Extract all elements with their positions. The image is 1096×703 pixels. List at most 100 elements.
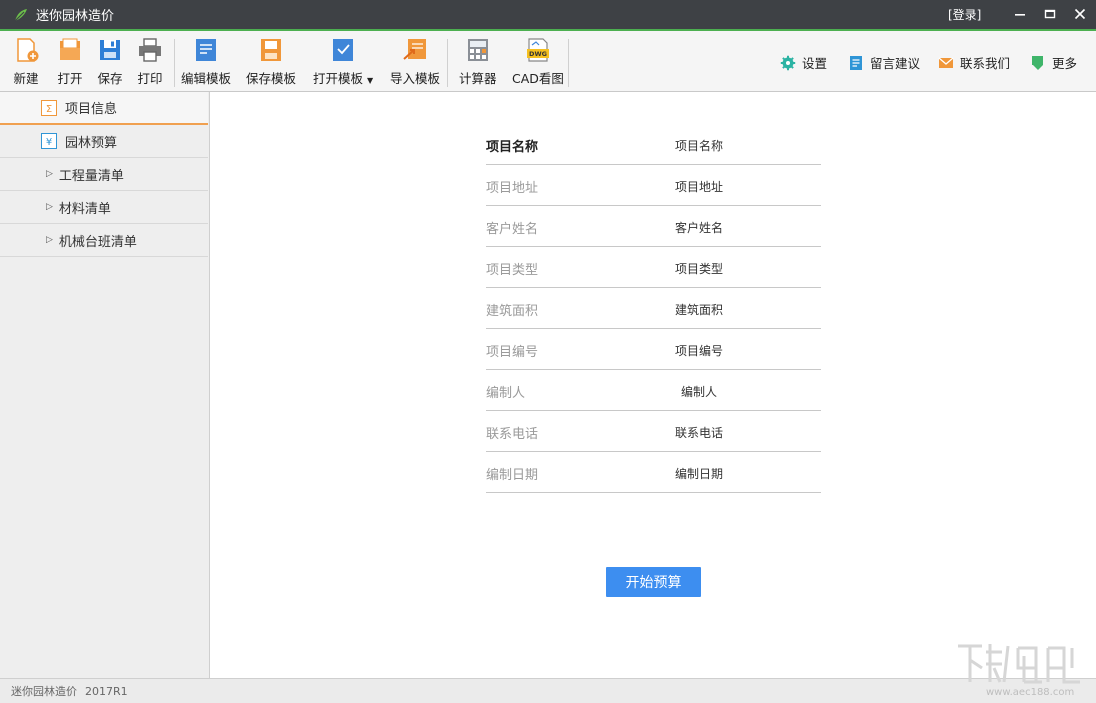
- sidebar-item-label: 机械台班清单: [58, 234, 137, 250]
- import-template-button[interactable]: 导入模板: [390, 37, 440, 89]
- field-building-area[interactable]: 建筑面积 建筑面积: [486, 288, 821, 329]
- maximize-icon: [1044, 9, 1056, 19]
- toolbar-divider: [568, 39, 569, 87]
- sigma-icon: Σ: [41, 99, 57, 116]
- field-project-name[interactable]: 项目名称 项目名称: [486, 124, 821, 165]
- cad-viewer-label: CAD看图: [512, 71, 564, 86]
- field-label: 联系电话: [486, 427, 539, 442]
- field-value[interactable]: 项目类型: [675, 260, 723, 277]
- save-template-icon: [261, 39, 281, 61]
- save-button[interactable]: 保存: [97, 37, 123, 89]
- calculator-label: 计算器: [459, 71, 497, 86]
- field-compiler[interactable]: 编制人 编制人: [486, 370, 821, 411]
- svg-text:Σ: Σ: [46, 104, 52, 115]
- start-budget-button[interactable]: 开始预算: [606, 567, 701, 597]
- app-title: 迷你园林造价: [36, 9, 115, 24]
- status-version: 2017R1: [85, 684, 128, 698]
- yen-icon: ¥: [41, 133, 57, 149]
- dwg-viewer-icon: DWG: [526, 38, 549, 62]
- close-button[interactable]: [1069, 4, 1091, 24]
- open-template-label: 打开模板 ▼: [313, 71, 374, 86]
- sidebar-item-quantity-list[interactable]: ▷ 工程量清单: [0, 158, 208, 191]
- field-value[interactable]: 客户姓名: [675, 219, 723, 236]
- field-value[interactable]: 联系电话: [675, 424, 723, 441]
- field-customer-name[interactable]: 客户姓名 客户姓名: [486, 206, 821, 247]
- field-label: 项目名称: [486, 140, 539, 155]
- field-value[interactable]: 项目编号: [675, 342, 723, 359]
- mail-icon: [938, 57, 954, 68]
- more-link[interactable]: 更多: [1030, 53, 1077, 72]
- open-template-button[interactable]: 打开模板 ▼: [313, 37, 373, 89]
- save-disk-icon: [100, 40, 120, 60]
- printer-icon: [139, 38, 161, 62]
- import-template-icon: [403, 39, 426, 60]
- field-label: 客户姓名: [486, 222, 539, 237]
- field-label: 项目地址: [486, 181, 539, 196]
- import-template-label: 导入模板: [390, 71, 441, 86]
- edit-template-icon: [196, 39, 216, 61]
- expand-triangle-icon: ▷: [46, 202, 53, 212]
- save-template-label: 保存模板: [246, 71, 297, 86]
- minimize-icon: [1015, 14, 1025, 16]
- minimize-button[interactable]: [1009, 4, 1031, 24]
- leaf-logo-icon: [14, 8, 27, 21]
- feedback-icon: [850, 55, 862, 70]
- feedback-link[interactable]: 留言建议: [848, 53, 920, 72]
- toolbar-divider: [447, 39, 448, 87]
- watermark: www.aec188.com: [958, 644, 1080, 698]
- field-value[interactable]: 编制日期: [675, 465, 723, 482]
- field-label: 项目编号: [486, 345, 539, 360]
- dropdown-caret-icon: ▼: [367, 76, 374, 85]
- new-file-icon: [17, 38, 39, 62]
- open-button[interactable]: 打开: [57, 37, 83, 89]
- field-label: 编制人: [486, 386, 526, 401]
- sidebar-item-label: 材料清单: [58, 201, 111, 217]
- sidebar-item-project-info[interactable]: Σ 项目信息: [0, 92, 208, 125]
- login-link[interactable]: [登录]: [948, 6, 981, 23]
- watermark-text: www.aec188.com: [986, 687, 1074, 698]
- sidebar-item-budget[interactable]: ¥ 园林预算: [0, 125, 208, 158]
- save-template-button[interactable]: 保存模板: [246, 37, 296, 89]
- cad-viewer-button[interactable]: DWG CAD看图: [512, 37, 564, 89]
- svg-text:¥: ¥: [46, 137, 52, 148]
- field-project-number[interactable]: 项目编号 项目编号: [486, 329, 821, 370]
- field-value[interactable]: 建筑面积: [675, 301, 723, 318]
- sidebar-item-label: 项目信息: [65, 102, 118, 117]
- field-value[interactable]: 编制人: [681, 383, 717, 400]
- expand-triangle-icon: ▷: [46, 169, 53, 179]
- field-value[interactable]: 项目名称: [675, 137, 723, 154]
- calculator-button[interactable]: 计算器: [459, 37, 497, 89]
- title-bar: 迷你园林造价 [登录]: [0, 0, 1096, 29]
- new-label: 新建: [13, 71, 39, 86]
- contact-link[interactable]: 联系我们: [938, 53, 1010, 72]
- contact-label: 联系我们: [960, 56, 1011, 71]
- more-icon: [1032, 55, 1043, 70]
- settings-link[interactable]: 设置: [780, 53, 827, 72]
- more-label: 更多: [1052, 56, 1078, 71]
- settings-label: 设置: [802, 56, 828, 71]
- field-project-address[interactable]: 项目地址 项目地址: [486, 165, 821, 206]
- sidebar-item-label: 工程量清单: [58, 168, 124, 184]
- new-button[interactable]: 新建: [13, 37, 39, 89]
- field-compile-date[interactable]: 编制日期 编制日期: [486, 452, 821, 493]
- sidebar-item-material-list[interactable]: ▷ 材料清单: [0, 191, 208, 224]
- field-label: 建筑面积: [486, 304, 539, 319]
- field-value[interactable]: 项目地址: [675, 178, 723, 195]
- field-project-type[interactable]: 项目类型 项目类型: [486, 247, 821, 288]
- edit-template-button[interactable]: 编辑模板: [181, 37, 231, 89]
- close-icon: [1074, 8, 1086, 20]
- open-label: 打开: [57, 71, 83, 86]
- toolbar-divider: [174, 39, 175, 87]
- status-app-name: 迷你园林造价: [11, 685, 77, 698]
- status-bar: 迷你园林造价 2017R1: [0, 678, 1096, 703]
- sidebar: Σ 项目信息 ¥ 园林预算 ▷ 工程量清单 ▷ 材料清单 ▷ 机械台班清单: [0, 92, 210, 678]
- project-info-panel: 项目名称 项目名称 项目地址 项目地址 客户姓名 客户姓名 项目类型 项目类型 …: [210, 92, 1096, 678]
- open-folder-icon: [60, 38, 80, 60]
- print-button[interactable]: 打印: [137, 37, 163, 89]
- sidebar-item-machinery-list[interactable]: ▷ 机械台班清单: [0, 224, 208, 257]
- field-phone[interactable]: 联系电话 联系电话: [486, 411, 821, 452]
- print-label: 打印: [137, 71, 163, 86]
- field-label: 项目类型: [486, 263, 539, 278]
- maximize-button[interactable]: [1039, 4, 1061, 24]
- open-template-icon: [333, 39, 354, 61]
